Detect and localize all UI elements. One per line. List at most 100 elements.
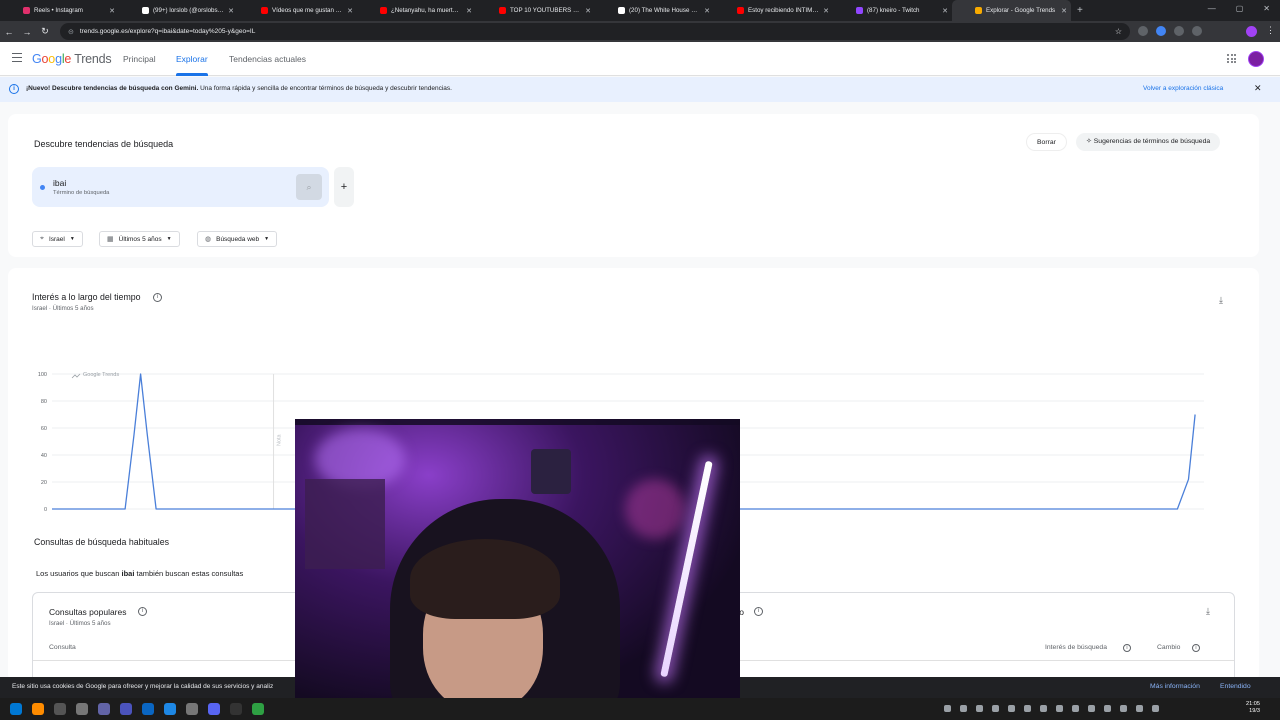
tray-clock[interactable]: 21:05 19/3 — [1240, 701, 1260, 715]
tray-icon[interactable] — [1152, 705, 1159, 712]
site-info-icon[interactable]: ⊝ — [68, 28, 74, 36]
tray-icon[interactable] — [1104, 705, 1111, 712]
tray-icon[interactable] — [1072, 705, 1079, 712]
app-icon[interactable] — [120, 703, 132, 715]
tab-label: Reels • Instagram — [34, 7, 83, 14]
browser-tab[interactable]: Reels • Instagram ✕ — [0, 0, 119, 21]
tray-icon[interactable] — [1008, 705, 1015, 712]
extension-icon[interactable] — [1156, 26, 1166, 36]
browser-tab[interactable]: (99+) lorslob (@orslobs) | TikTok ✕ — [119, 0, 238, 21]
tray-icon[interactable] — [976, 705, 983, 712]
app-icon[interactable] — [76, 703, 88, 715]
maximize-icon[interactable]: ▢ — [1236, 4, 1244, 13]
browser-tab[interactable]: ¿Netanyahu, ha muerto? - Tiem ✕ — [357, 0, 476, 21]
back-icon[interactable]: ← — [0, 27, 18, 37]
download-icon[interactable]: ⤓ — [1206, 606, 1210, 617]
browser-tab[interactable]: Explorar - Google Trends ✕ — [952, 0, 1071, 21]
app-icon[interactable] — [54, 703, 66, 715]
start-icon[interactable] — [10, 703, 22, 715]
search-term-chip[interactable]: ibai Término de búsqueda ⌕ — [32, 167, 329, 207]
discord-icon[interactable] — [208, 703, 220, 715]
tray-icon[interactable] — [1040, 705, 1047, 712]
tray-icon[interactable] — [1088, 705, 1095, 712]
globe-icon: ◍ — [205, 236, 212, 243]
app-icon[interactable] — [252, 703, 264, 715]
tray-icon[interactable] — [944, 705, 951, 712]
hamburger-menu-icon[interactable] — [12, 53, 22, 62]
browser-menu-icon[interactable]: ⋮ — [1266, 25, 1275, 36]
address-bar: ← → ↻ ⊝ trends.google.es/explore?q=ibai&… — [0, 21, 1280, 42]
tray-icon[interactable] — [1136, 705, 1143, 712]
search-term-icon[interactable]: ⌕ — [296, 174, 322, 200]
time-filter[interactable]: ▦ Últimos 5 años ▼ — [99, 231, 180, 247]
minimize-icon[interactable]: — — [1208, 4, 1216, 13]
browser-tab[interactable]: (87) kneiro - Twitch ✕ — [833, 0, 952, 21]
browser-tab[interactable]: Vídeos que me gustan - YouTube ✕ — [238, 0, 357, 21]
note-marker-label: Nota — [277, 433, 283, 446]
clear-button[interactable]: Borrar — [1026, 133, 1067, 151]
extension-icon[interactable] — [1174, 26, 1184, 36]
app-icon[interactable] — [98, 703, 110, 715]
tab-close-icon[interactable]: ✕ — [704, 7, 710, 15]
tab-close-icon[interactable]: ✕ — [228, 7, 234, 15]
bookmark-star-icon[interactable]: ☆ — [1115, 27, 1122, 36]
tab-favicon-icon — [380, 7, 387, 14]
extension-icon[interactable] — [1138, 26, 1148, 36]
google-trends-logo[interactable]: Google Trends — [32, 52, 112, 66]
tab-close-icon[interactable]: ✕ — [823, 7, 829, 15]
extension-icon[interactable] — [1192, 26, 1202, 36]
google-apps-icon[interactable] — [1227, 54, 1236, 63]
gemini-banner: i ¡Nuevo! Descubre tendencias de búsqued… — [0, 77, 1280, 102]
tab-close-icon[interactable]: ✕ — [466, 7, 472, 15]
tab-close-icon[interactable]: ✕ — [942, 7, 948, 15]
tab-close-icon[interactable]: ✕ — [585, 7, 591, 15]
tab-label: (87) kneiro - Twitch — [867, 7, 920, 14]
close-icon[interactable]: ✕ — [1254, 83, 1262, 94]
browser-tab[interactable]: Estoy recibiendo INTIMIDACIO ✕ — [714, 0, 833, 21]
url-field[interactable]: ⊝ trends.google.es/explore?q=ibai&date=t… — [60, 23, 1130, 40]
tab-close-icon[interactable]: ✕ — [347, 7, 353, 15]
search-type-filter[interactable]: ◍ Búsqueda web ▼ — [197, 231, 278, 247]
new-tab-button[interactable]: + — [1077, 5, 1083, 16]
tab-favicon-icon — [975, 7, 982, 14]
tab-close-icon[interactable]: ✕ — [109, 7, 115, 15]
search-icon[interactable] — [32, 703, 44, 715]
nav-principal[interactable]: Principal — [123, 54, 156, 64]
cookie-more-info-link[interactable]: Más información — [1150, 683, 1200, 690]
tray-icon[interactable] — [1024, 705, 1031, 712]
region-filter[interactable]: ⌖ Israel ▼ — [32, 231, 83, 247]
reload-icon[interactable]: ↻ — [36, 26, 54, 37]
browser-tab[interactable]: (20) The White House en X: "U ✕ — [595, 0, 714, 21]
classic-explore-link[interactable]: Volver a exploración clásica — [1143, 85, 1223, 92]
taskbar: 21:05 19/3 — [0, 698, 1280, 720]
app-icon[interactable] — [186, 703, 198, 715]
nav-tendencias-actuales[interactable]: Tendencias actuales — [229, 54, 306, 64]
info-icon[interactable]: i — [1192, 644, 1200, 652]
tray-icon[interactable] — [992, 705, 999, 712]
app-icon[interactable] — [164, 703, 176, 715]
search-type-label: Búsqueda web — [216, 235, 260, 243]
info-icon[interactable]: i — [1123, 644, 1131, 652]
nav-explorar[interactable]: Explorar — [176, 54, 208, 64]
account-avatar[interactable] — [1248, 51, 1264, 67]
info-icon[interactable]: i — [138, 607, 147, 616]
tray-icon[interactable] — [1056, 705, 1063, 712]
app-icon[interactable] — [142, 703, 154, 715]
add-term-button[interactable]: + — [334, 167, 354, 207]
explore-card: Descubre tendencias de búsqueda Borrar ✧… — [8, 114, 1259, 257]
forward-icon[interactable]: → — [18, 27, 36, 37]
cookie-accept-button[interactable]: Entendido — [1220, 683, 1251, 690]
browser-tab[interactable]: TOP 10 YOUTUBERS MÁS HAM ✕ — [476, 0, 595, 21]
download-icon[interactable]: ⤓ — [1219, 295, 1223, 306]
banner-text: Una forma rápida y sencilla de encontrar… — [200, 85, 452, 92]
tray-icon[interactable] — [960, 705, 967, 712]
profile-avatar[interactable] — [1246, 26, 1257, 37]
close-window-icon[interactable]: ✕ — [1263, 4, 1270, 13]
tab-close-icon[interactable]: ✕ — [1061, 7, 1067, 15]
info-icon[interactable]: i — [153, 293, 162, 302]
info-icon[interactable]: i — [754, 607, 763, 616]
suggestions-button[interactable]: ✧ Sugerencias de términos de búsqueda — [1076, 133, 1221, 151]
tiktok-icon[interactable] — [230, 703, 242, 715]
tab-label: (99+) lorslob (@orslobs) | TikTok — [153, 7, 224, 14]
tray-icon[interactable] — [1120, 705, 1127, 712]
